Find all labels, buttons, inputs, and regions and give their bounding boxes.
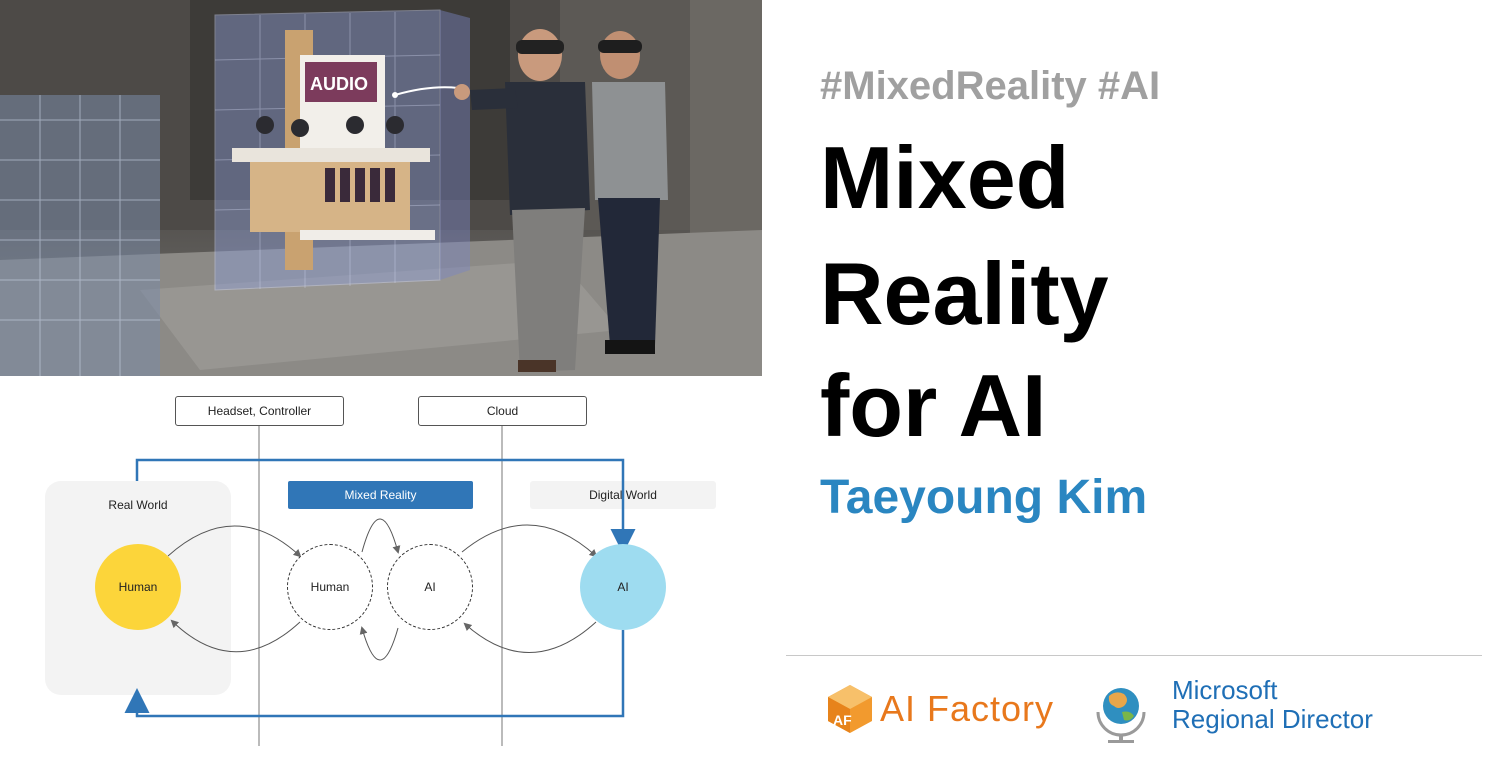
regional-director-line: Regional Director xyxy=(1172,704,1373,734)
blue-loop-bottom xyxy=(124,630,625,718)
human-mixed-node: Human xyxy=(287,544,373,630)
globe-icon xyxy=(1096,688,1146,743)
arc-mixed-to-digital xyxy=(461,524,598,558)
hashtags: #MixedReality #AI xyxy=(820,64,1161,108)
title-line-3: for AI xyxy=(820,356,1047,455)
title-line-2: Reality xyxy=(820,244,1109,343)
audio-sign: AUDIO xyxy=(310,74,368,94)
footer-divider xyxy=(786,655,1482,656)
arc-human-to-ai-mixed xyxy=(361,518,401,554)
ai-digital-node: AI xyxy=(580,544,666,630)
ai-mixed-node: AI xyxy=(387,544,473,630)
author-name: Taeyoung Kim xyxy=(820,471,1148,524)
microsoft-line: Microsoft xyxy=(1172,675,1278,705)
human-real-node: Human xyxy=(95,544,181,630)
headset-controller-box: Headset, Controller xyxy=(175,396,344,426)
blue-loop-top xyxy=(135,458,636,554)
arc-digital-to-mixed xyxy=(463,621,597,653)
arc-mixed-to-human xyxy=(170,619,301,653)
photo-scene: AUDIO xyxy=(0,0,762,376)
mixed-reality-diagram: Digital World Mixed Reality Real World H… xyxy=(0,376,762,760)
ai-factory-text: AI Factory xyxy=(880,688,1055,729)
ai-factory-logo-mark: AF xyxy=(833,712,852,728)
hololens-photo: AUDIO xyxy=(0,0,762,376)
ai-factory-logo-icon: AF xyxy=(828,685,872,733)
arc-human-to-mixed xyxy=(167,525,302,558)
microsoft-rd-text: Microsoft Regional Director xyxy=(1172,676,1373,734)
arc-ai-to-human-mixed xyxy=(359,626,399,661)
title-line-1: Mixed xyxy=(820,128,1070,227)
cloud-box: Cloud xyxy=(418,396,587,426)
